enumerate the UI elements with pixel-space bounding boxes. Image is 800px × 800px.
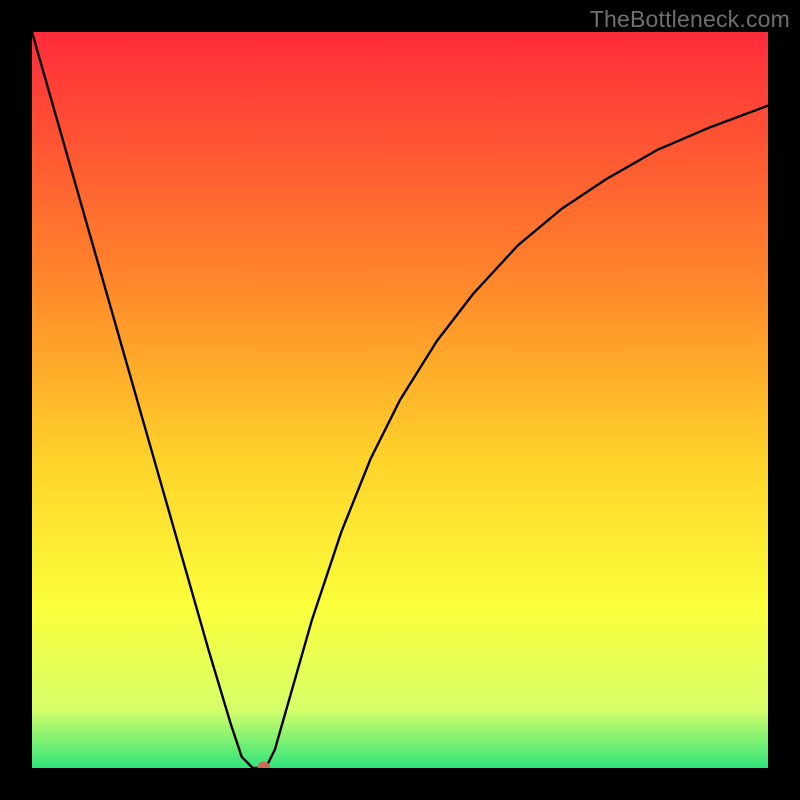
plot-svg: [32, 32, 768, 768]
chart-frame: TheBottleneck.com: [0, 0, 800, 800]
watermark-text: TheBottleneck.com: [590, 6, 790, 33]
plot-area: [32, 32, 768, 768]
